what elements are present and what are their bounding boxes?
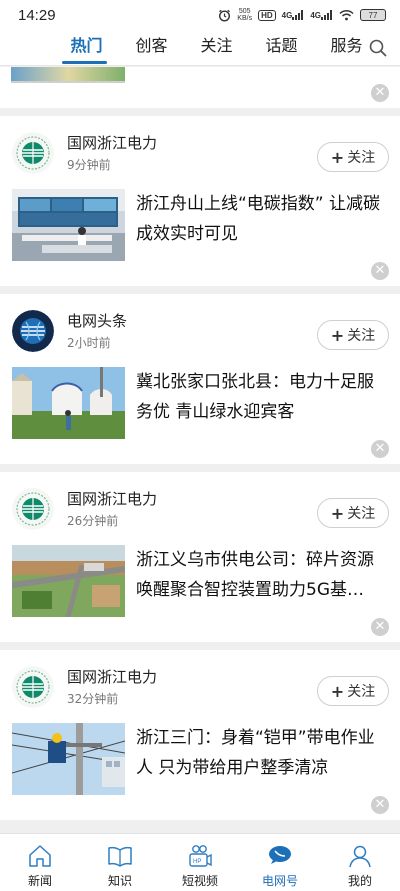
article-title[interactable]: 冀北张家口张北县：电力十足服务优 青山绿水迎宾客 [136,367,388,427]
follow-label: 关注 [347,328,376,344]
signal-icon: 4G [282,10,305,20]
news-card[interactable]: 电网头条 2小时前 + 关注 冀北张家口张北县：电力十足服务优 青山绿水迎宾客 … [0,294,400,464]
net-speed-value: 505 [238,8,251,15]
nav-news[interactable]: 新闻 [0,834,80,891]
sig2-label: 4G [310,10,321,20]
video-camera-icon: HP [189,845,212,867]
yurt-grassland-photo[interactable] [12,367,125,439]
dismiss-icon[interactable]: ✕ [371,618,389,636]
aerial-road-photo[interactable] [12,545,125,617]
nav-mine[interactable]: 我的 [320,834,400,891]
grid-account-icon [269,846,291,864]
news-card[interactable]: 国网浙江电力 26分钟前 + 关注 浙江义乌市供电公司：碎片资源唤醒聚合智控装置… [0,472,400,642]
nav-label: 短视频 [181,874,218,888]
lineman-pole-photo[interactable] [12,723,125,795]
publish-time: 32分钟前 [67,692,119,706]
book-icon [108,846,132,867]
follow-button[interactable]: + 关注 [317,498,389,528]
news-card[interactable]: 国网浙江电力 32分钟前 + 关注 浙江三门：身着“铠甲”带电作业人 只为带给用… [0,650,400,820]
publish-time: 9分钟前 [67,158,111,172]
network-speed: 505 KB/s [237,8,252,22]
nav-label: 新闻 [27,874,52,888]
hd-badge: HD [258,9,276,21]
follow-button[interactable]: + 关注 [317,676,389,706]
wifi-icon [339,9,354,21]
follow-label: 关注 [347,506,376,522]
follow-button[interactable]: + 关注 [317,320,389,350]
sig1-label: 4G [281,10,293,20]
clock: 14:29 [18,6,56,24]
plus-icon: + [330,325,345,345]
article-title[interactable]: 浙江三门：身着“铠甲”带电作业人 只为带给用户整季清凉 [136,723,388,783]
previous-card-stub[interactable]: ✕ [0,67,400,108]
source-name[interactable]: 电网头条 [67,310,127,331]
status-icons: 505 KB/s HD 4G 4G 77 [218,8,386,22]
follow-label: 关注 [347,684,376,700]
home-icon [29,845,51,867]
dismiss-icon[interactable]: ✕ [371,796,389,814]
sgcc-logo[interactable] [12,488,54,530]
plus-icon: + [330,681,345,701]
control-room-photo[interactable] [12,189,125,261]
grid-headline-logo[interactable] [12,310,54,352]
nav-short-video[interactable]: HP 短视频 [160,834,240,891]
svg-text:HP: HP [193,859,201,865]
follow-button[interactable]: + 关注 [317,142,389,172]
dismiss-icon[interactable]: ✕ [371,262,389,280]
source-name[interactable]: 国网浙江电力 [67,666,157,687]
news-feed: ✕ 国网浙江电力 9分钟前 + 关注 浙江舟山上线“电碳指数” 让减碳成效实时可… [0,67,400,833]
plus-icon: + [330,503,345,523]
follow-label: 关注 [347,150,376,166]
news-card[interactable]: 国网浙江电力 9分钟前 + 关注 浙江舟山上线“电碳指数” 让减碳成效实时可见 … [0,116,400,286]
dismiss-icon[interactable]: ✕ [371,84,389,102]
dismiss-icon[interactable]: ✕ [371,440,389,458]
nav-label: 知识 [107,874,132,888]
nav-label: 电网号 [261,874,298,888]
article-title[interactable]: 浙江舟山上线“电碳指数” 让减碳成效实时可见 [136,189,388,249]
tab-follow[interactable]: 关注 [184,30,249,66]
battery-icon: 77 [360,9,386,21]
publish-time: 26分钟前 [67,514,119,528]
bottom-tab-bar: 新闻 知识 HP 短视频 电网号 我的 [0,833,400,891]
nav-label: 我的 [347,874,372,888]
status-bar: 14:29 505 KB/s HD 4G 4G 77 [0,0,400,30]
nav-knowledge[interactable]: 知识 [80,834,160,891]
tab-list: 热门 创客 关注 话题 服务 [54,30,379,66]
tab-topic[interactable]: 话题 [249,30,314,66]
top-tab-bar: 热门 创客 关注 话题 服务 [0,30,400,66]
sgcc-logo[interactable] [12,132,54,174]
source-name[interactable]: 国网浙江电力 [67,132,157,153]
partial-thumbnail [11,67,125,83]
alarm-icon [218,9,231,22]
nav-grid-account[interactable]: 电网号 [240,834,320,891]
source-name[interactable]: 国网浙江电力 [67,488,157,509]
tab-hot[interactable]: 热门 [54,30,119,66]
plus-icon: + [330,147,345,167]
tab-maker[interactable]: 创客 [119,30,184,66]
article-title[interactable]: 浙江义乌市供电公司：碎片资源唤醒聚合智控装置助力5G基… [136,545,388,605]
signal-icon-2: 4G [310,10,333,20]
net-speed-unit: KB/s [237,15,253,22]
sgcc-logo[interactable] [12,666,54,708]
person-icon [349,845,371,868]
search-icon[interactable] [368,38,388,58]
publish-time: 2小时前 [67,336,111,350]
